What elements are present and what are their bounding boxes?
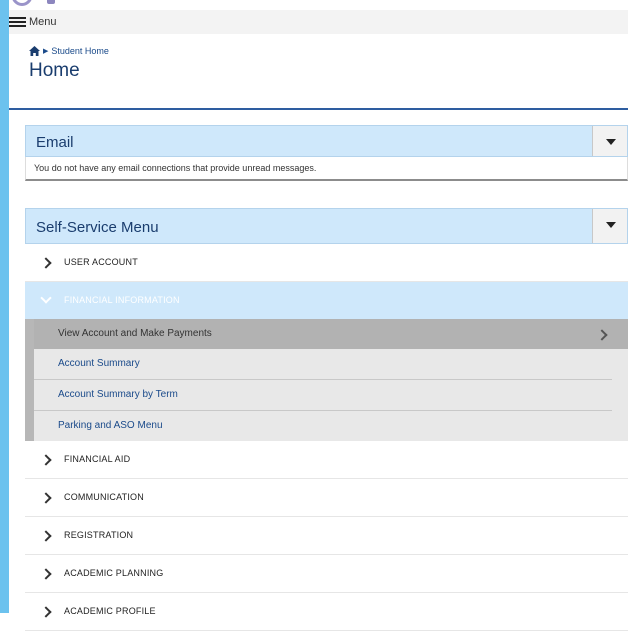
hamburger-icon[interactable] xyxy=(9,16,26,28)
menu-item-label: REGISTRATION xyxy=(64,530,134,540)
page: Menu ▶ Student Home Home Email You do no… xyxy=(9,0,628,631)
logo-mark xyxy=(11,0,33,6)
chevron-right-icon xyxy=(596,329,608,341)
menu-label[interactable]: Menu xyxy=(29,16,57,28)
menu-item-communication[interactable]: COMMUNICATION xyxy=(25,479,628,517)
menu-item-academic-profile[interactable]: ACADEMIC PROFILE xyxy=(25,593,628,631)
submenu-item-label: Account Summary by Term xyxy=(58,389,178,400)
menu-item-label: COMMUNICATION xyxy=(64,492,144,502)
title-divider xyxy=(9,108,628,110)
chevron-down-icon xyxy=(40,292,52,304)
financial-information-submenu: View Account and Make Payments Account S… xyxy=(25,319,628,441)
self-service-panel-toggle-icon[interactable] xyxy=(592,209,627,243)
logo-fragment xyxy=(47,0,55,4)
chevron-right-icon xyxy=(40,530,52,542)
chevron-right-icon xyxy=(40,606,52,618)
email-message: You do not have any email connections th… xyxy=(25,157,628,181)
submenu-item-account-summary[interactable]: Account Summary xyxy=(34,349,612,380)
email-panel-title: Email xyxy=(36,134,74,151)
menu-item-label: ACADEMIC PLANNING xyxy=(64,568,164,578)
page-title: Home xyxy=(29,60,80,81)
email-panel-header: Email xyxy=(25,125,628,157)
self-service-panel-header: Self-Service Menu xyxy=(25,208,628,244)
menu-item-registration[interactable]: REGISTRATION xyxy=(25,517,628,555)
chevron-right-icon xyxy=(40,492,52,504)
self-service-panel: Self-Service Menu USER ACCOUNT FINANCIAL… xyxy=(25,208,628,631)
left-rail xyxy=(0,0,9,613)
submenu-item-view-account[interactable]: View Account and Make Payments xyxy=(34,319,628,349)
submenu-item-label: View Account and Make Payments xyxy=(58,328,212,339)
email-panel: Email You do not have any email connecti… xyxy=(25,125,628,181)
home-icon[interactable] xyxy=(29,46,40,56)
breadcrumb-student-home[interactable]: Student Home xyxy=(51,46,109,56)
menu-item-academic-planning[interactable]: ACADEMIC PLANNING xyxy=(25,555,628,593)
menu-item-financial-information[interactable]: FINANCIAL INFORMATION xyxy=(25,282,628,319)
chevron-right-icon xyxy=(40,257,52,269)
menu-item-label: USER ACCOUNT xyxy=(64,257,138,267)
chevron-right-icon xyxy=(40,454,52,466)
breadcrumb: ▶ Student Home xyxy=(29,45,109,57)
menu-item-label: ACADEMIC PROFILE xyxy=(64,606,156,616)
submenu-item-parking-aso[interactable]: Parking and ASO Menu xyxy=(34,411,612,441)
menu-item-label: FINANCIAL AID xyxy=(64,454,131,464)
submenu-item-label: Parking and ASO Menu xyxy=(58,420,163,431)
menu-item-user-account[interactable]: USER ACCOUNT xyxy=(25,244,628,282)
menu-item-label: FINANCIAL INFORMATION xyxy=(64,295,180,305)
breadcrumb-separator-icon: ▶ xyxy=(43,48,49,55)
logo-strip xyxy=(9,0,628,10)
menu-item-financial-aid[interactable]: FINANCIAL AID xyxy=(25,441,628,479)
submenu-item-account-summary-by-term[interactable]: Account Summary by Term xyxy=(34,380,612,411)
menu-bar[interactable]: Menu xyxy=(9,10,628,34)
submenu-item-label: Account Summary xyxy=(58,358,140,369)
email-panel-toggle-icon[interactable] xyxy=(592,126,627,156)
self-service-menu-list: USER ACCOUNT FINANCIAL INFORMATION View … xyxy=(25,244,628,631)
chevron-right-icon xyxy=(40,568,52,580)
self-service-panel-title: Self-Service Menu xyxy=(36,219,159,236)
